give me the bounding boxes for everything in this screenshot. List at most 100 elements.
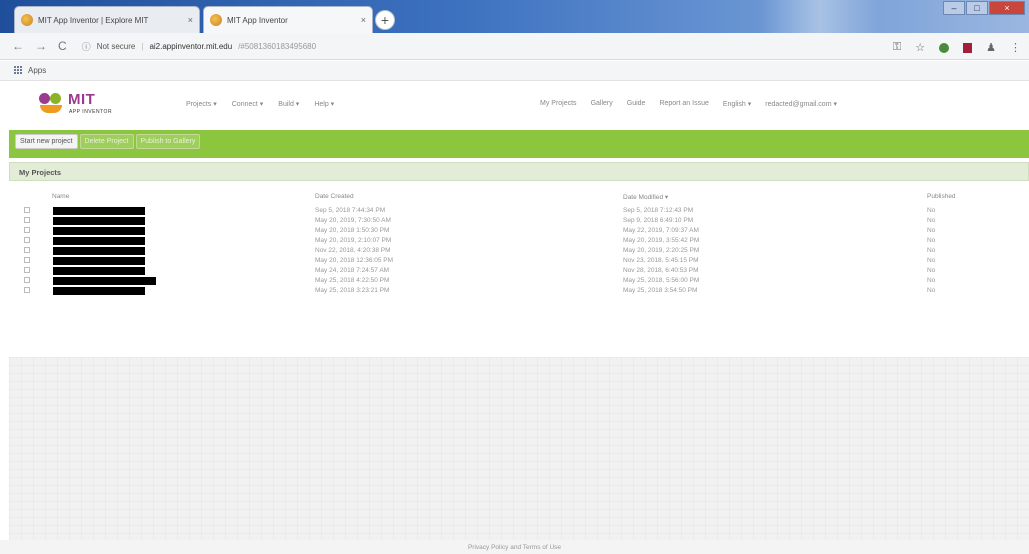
app-inventor-favicon-icon: [21, 14, 33, 26]
tab-title: MIT App Inventor: [227, 15, 288, 25]
redacted-project-name[interactable]: [53, 237, 145, 245]
col-date-created[interactable]: Date Created: [315, 193, 354, 200]
date-modified-cell: May 20, 2019, 3:55:42 PM: [623, 237, 700, 244]
logo-brand: MIT: [68, 91, 96, 108]
back-button[interactable]: ←: [12, 39, 24, 53]
key-icon[interactable]: ⚿: [893, 41, 901, 54]
date-created-cell: May 20, 2019, 7:30:50 AM: [315, 217, 391, 224]
url-domain: ai2.appinventor.mit.edu: [149, 41, 233, 51]
date-modified-cell: May 20, 2019, 2:20:25 PM: [623, 247, 700, 254]
link-report-issue[interactable]: Report an Issue: [659, 100, 708, 108]
projects-panel-title: My Projects: [9, 162, 1029, 181]
maximize-button[interactable]: □: [966, 1, 988, 15]
table-row[interactable]: May 20, 2019, 7:30:50 AM Sep 9, 2018 6:49…: [9, 216, 1029, 226]
reload-button[interactable]: C: [58, 39, 67, 53]
date-modified-cell: Sep 5, 2018 7:12:43 PM: [623, 207, 694, 214]
table-row[interactable]: May 25, 2018 3:23:21 PM May 25, 2018 3:54…: [9, 286, 1029, 296]
browser-tab-bar: MIT App Inventor | Explore MIT × MIT App…: [0, 0, 1029, 33]
link-gallery[interactable]: Gallery: [591, 100, 613, 108]
date-created-cell: Nov 22, 2018, 4:20:38 PM: [315, 247, 391, 254]
row-checkbox[interactable]: [24, 247, 30, 253]
published-cell: No: [927, 217, 936, 224]
row-checkbox[interactable]: [24, 277, 30, 283]
apps-bookmark[interactable]: Apps: [28, 66, 46, 75]
date-created-cell: May 25, 2018 4:22:50 PM: [315, 277, 390, 284]
url-field[interactable]: ⓘ Not secure | ai2.appinventor.mit.edu /#…: [82, 40, 316, 53]
table-row[interactable]: May 20, 2018 1:50:30 PM May 22, 2019, 7:0…: [9, 226, 1029, 236]
published-cell: No: [927, 237, 936, 244]
redacted-project-name[interactable]: [53, 247, 145, 255]
table-row[interactable]: Sep 5, 2018 7:44:34 PM Sep 5, 2018 7:12:4…: [9, 206, 1029, 216]
row-checkbox[interactable]: [24, 257, 30, 263]
table-row[interactable]: May 20, 2019, 2:10:07 PM May 20, 2019, 3:…: [9, 236, 1029, 246]
date-created-cell: Sep 5, 2018 7:44:34 PM: [315, 207, 386, 214]
link-guide[interactable]: Guide: [627, 100, 646, 108]
col-published[interactable]: Published: [927, 193, 956, 200]
table-row[interactable]: May 25, 2018 4:22:50 PM May 25, 2018, 5:5…: [9, 276, 1029, 286]
url-separator: |: [141, 41, 144, 51]
link-my-projects[interactable]: My Projects: [540, 100, 577, 108]
col-date-modified[interactable]: Date Modified ▾: [623, 193, 668, 201]
menu-icon[interactable]: ⋮: [1010, 41, 1021, 54]
menu-connect[interactable]: Connect ▾: [232, 100, 264, 108]
row-checkbox[interactable]: [24, 207, 30, 213]
published-cell: No: [927, 227, 936, 234]
menu-build[interactable]: Build ▾: [278, 100, 299, 108]
table-row[interactable]: May 20, 2018 12:36:05 PM Nov 23, 2018, 5:…: [9, 256, 1029, 266]
row-checkbox[interactable]: [24, 217, 30, 223]
col-name[interactable]: Name: [52, 193, 69, 200]
date-modified-cell: May 25, 2018, 5:56:00 PM: [623, 277, 700, 284]
apps-grid-icon[interactable]: [14, 66, 23, 75]
date-modified-cell: May 22, 2019, 7:09:37 AM: [623, 227, 699, 234]
row-checkbox[interactable]: [24, 227, 30, 233]
redacted-project-name[interactable]: [53, 287, 145, 295]
footer: Privacy Policy and Terms of Use: [0, 540, 1029, 554]
extension-icon[interactable]: [963, 42, 973, 53]
row-checkbox[interactable]: [24, 287, 30, 293]
language-dropdown[interactable]: English ▾: [723, 100, 751, 108]
bookmark-star-icon[interactable]: ☆: [915, 41, 925, 54]
projects-table-header: Name Date Created Date Modified ▾ Publis…: [9, 193, 1029, 205]
profile-icon[interactable]: ♟: [986, 41, 996, 54]
redacted-project-name[interactable]: [53, 277, 156, 285]
privacy-link[interactable]: Privacy Policy and Terms of Use: [468, 544, 561, 551]
minimize-button[interactable]: –: [943, 1, 965, 15]
table-row[interactable]: May 24, 2018 7:24:57 AM Nov 28, 2018, 6:4…: [9, 266, 1029, 276]
empty-workspace: [9, 357, 1029, 540]
menu-help[interactable]: Help ▾: [314, 100, 334, 108]
redacted-project-name[interactable]: [53, 227, 145, 235]
published-cell: No: [927, 267, 936, 274]
browser-tab-2[interactable]: MIT App Inventor ×: [203, 6, 373, 33]
date-created-cell: May 24, 2018 7:24:57 AM: [315, 267, 390, 274]
logo-subtitle: APP INVENTOR: [69, 109, 113, 115]
new-tab-button[interactable]: +: [375, 10, 395, 30]
top-links: My Projects Gallery Guide Report an Issu…: [540, 100, 837, 108]
date-created-cell: May 20, 2018 12:36:05 PM: [315, 257, 394, 264]
published-cell: No: [927, 247, 936, 254]
app-header: MIT APP INVENTOR Projects ▾ Connect ▾ Bu…: [0, 82, 1029, 128]
close-window-button[interactable]: ×: [989, 1, 1025, 15]
info-icon[interactable]: ⓘ: [82, 40, 91, 53]
tab-close-icon[interactable]: ×: [361, 15, 366, 25]
date-modified-cell: Nov 23, 2018, 5:45:15 PM: [623, 257, 699, 264]
redacted-project-name[interactable]: [53, 267, 145, 275]
redacted-project-name[interactable]: [53, 257, 145, 265]
tab-close-icon[interactable]: ×: [188, 15, 193, 25]
browser-tab-1[interactable]: MIT App Inventor | Explore MIT ×: [14, 6, 200, 33]
table-row[interactable]: Nov 22, 2018, 4:20:38 PM May 20, 2019, 2:…: [9, 246, 1029, 256]
start-new-project-button[interactable]: Start new project: [15, 134, 78, 149]
extension-icon[interactable]: [939, 42, 950, 53]
account-dropdown[interactable]: redacted@gmail.com ▾: [765, 100, 837, 108]
tab-title: MIT App Inventor | Explore MIT: [38, 15, 149, 25]
forward-button[interactable]: →: [35, 39, 47, 53]
mit-app-inventor-logo[interactable]: MIT APP INVENTOR: [36, 89, 136, 123]
delete-project-button[interactable]: Delete Project: [79, 134, 134, 149]
row-checkbox[interactable]: [24, 267, 30, 273]
row-checkbox[interactable]: [24, 237, 30, 243]
date-created-cell: May 20, 2019, 2:10:07 PM: [315, 237, 392, 244]
redacted-project-name[interactable]: [53, 217, 145, 225]
project-toolbar: Start new project Delete Project Publish…: [9, 130, 1029, 158]
menu-projects[interactable]: Projects ▾: [186, 100, 217, 108]
publish-gallery-button[interactable]: Publish to Gallery: [135, 134, 201, 149]
redacted-project-name[interactable]: [53, 207, 145, 215]
